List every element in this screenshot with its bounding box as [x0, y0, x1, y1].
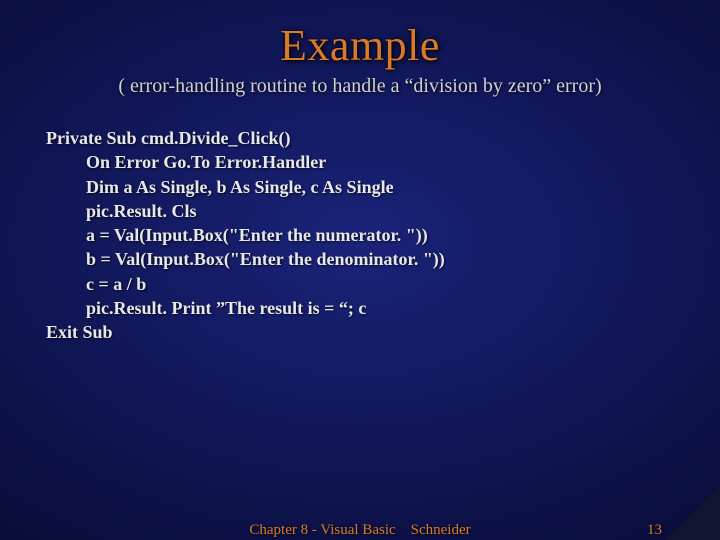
code-line: On Error Go.To Error.Handler — [46, 150, 674, 174]
footer-text: Chapter 8 - Visual Basic Schneider — [249, 522, 470, 539]
code-block: Private Sub cmd.Divide_Click() On Error … — [46, 126, 674, 345]
code-line: pic.Result. Print ”The result is = “; c — [46, 296, 674, 320]
code-line: b = Val(Input.Box("Enter the denominator… — [46, 247, 674, 271]
code-line: Private Sub cmd.Divide_Click() — [46, 126, 674, 150]
code-line: Dim a As Single, b As Single, c As Singl… — [46, 175, 674, 199]
code-line: pic.Result. Cls — [46, 199, 674, 223]
code-line: c = a / b — [46, 272, 674, 296]
page-corner-fold-icon — [665, 485, 720, 540]
slide-title: Example — [0, 0, 720, 71]
code-line: a = Val(Input.Box("Enter the numerator. … — [46, 223, 674, 247]
code-line: Exit Sub — [46, 320, 674, 344]
page-number: 13 — [647, 522, 662, 539]
slide-subtitle: ( error-handling routine to handle a “di… — [0, 75, 720, 98]
